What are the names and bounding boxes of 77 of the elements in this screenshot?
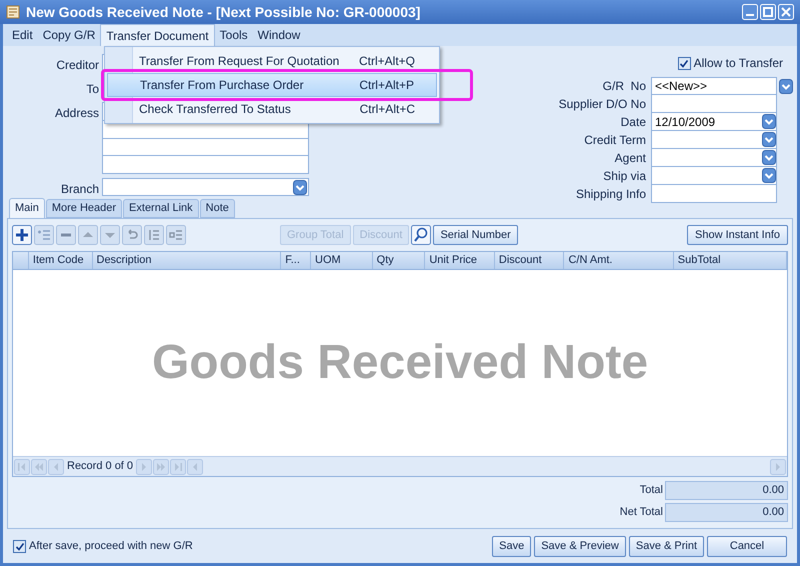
menu-item[interactable]: Tools <box>214 24 253 46</box>
indent-icon[interactable] <box>166 225 186 245</box>
footer-button[interactable]: Save & Print <box>628 536 704 556</box>
search-icon[interactable] <box>411 225 432 245</box>
column-header[interactable]: C/N Amt. <box>564 252 674 269</box>
dropdown-field[interactable] <box>102 178 309 196</box>
field-value: 12/10/2009 <box>655 114 716 130</box>
dropdown-field[interactable]: 12/10/2009 <box>651 113 777 131</box>
minus-icon[interactable] <box>56 225 76 245</box>
tab[interactable]: Main <box>9 198 45 218</box>
field-label: Address <box>54 105 100 122</box>
check-icon <box>679 58 690 68</box>
field-label: Date <box>620 114 647 131</box>
column-header[interactable]: SubTotal <box>674 252 788 269</box>
total-field: 0.00 <box>665 481 788 500</box>
column-header[interactable]: Description <box>92 252 282 269</box>
total-label: Total <box>640 483 663 498</box>
column-header[interactable]: F... <box>281 252 312 269</box>
menu-item[interactable]: Edit <box>7 24 38 46</box>
total-field: 0.00 <box>665 503 788 522</box>
footer-button[interactable]: Cancel <box>707 536 787 556</box>
field-label: Branch <box>60 181 100 198</box>
undo-icon[interactable] <box>122 225 142 245</box>
tab[interactable]: Note <box>200 199 235 218</box>
field-label: To <box>85 81 100 98</box>
dropdown-button[interactable] <box>762 132 776 147</box>
field-label: G/R No <box>602 78 647 95</box>
checkbox[interactable] <box>678 56 691 70</box>
field-label: Agent <box>614 150 647 167</box>
close-icon[interactable] <box>778 4 794 20</box>
window-title: New Goods Received Note - [Next Possible No: GR-000003] <box>26 2 420 22</box>
dropdown-field[interactable] <box>651 167 777 185</box>
checkbox-label: Allow to Transfer <box>694 55 783 72</box>
checkbox-label: After save, proceed with new G/R <box>29 538 193 554</box>
minimize-icon[interactable] <box>742 4 758 20</box>
column-header[interactable]: UOM <box>311 252 373 269</box>
menu-item[interactable]: Window <box>252 24 306 46</box>
column-header[interactable]: Discount <box>494 252 564 269</box>
dropdown-button[interactable] <box>762 114 776 129</box>
record-counter: Record 0 of 0 <box>66 459 134 474</box>
check-icon <box>14 542 24 550</box>
lookup-button[interactable] <box>779 78 793 94</box>
field-value: <<New>> <box>655 78 708 95</box>
column-header[interactable]: Qty <box>372 252 426 269</box>
menu-item[interactable]: Copy G/R <box>38 24 100 46</box>
menu-item[interactable]: Transfer From Purchase Order Ctrl+Alt+P <box>107 73 437 97</box>
dropdown-button[interactable] <box>762 168 776 183</box>
tab[interactable]: More Header <box>46 199 122 218</box>
menu-item[interactable]: Transfer From Request For Quotation Ctrl+Alt+Q <box>107 49 437 73</box>
menu-item[interactable]: Check Transferred To Status Ctrl+Alt+C <box>107 97 437 121</box>
field-label: Shipping Info <box>574 186 647 203</box>
document-icon <box>6 4 20 20</box>
field-label: Ship via <box>602 168 647 185</box>
watermark-text: Goods Received Note <box>152 335 648 391</box>
input-field[interactable] <box>651 185 777 203</box>
total-label: Net Total <box>620 505 663 520</box>
toolbar-button[interactable]: Serial Number <box>433 225 518 245</box>
dropdown-field[interactable] <box>651 149 777 167</box>
footer-button[interactable]: Save & Preview <box>534 536 626 556</box>
dropdown-field[interactable]: <<New>> <box>651 77 777 95</box>
column-header[interactable]: Item Code <box>28 252 92 269</box>
maximize-icon[interactable] <box>760 4 776 20</box>
menu-item[interactable]: Transfer Document <box>100 24 215 46</box>
list-icon[interactable] <box>144 225 164 245</box>
dropdown-field[interactable] <box>651 131 777 149</box>
column-header[interactable]: Unit Price <box>425 252 495 269</box>
input-field[interactable] <box>651 95 777 113</box>
footer-button[interactable]: Save <box>492 536 532 556</box>
show-info-button[interactable]: Show Instant Info <box>687 225 788 245</box>
field-label: Creditor <box>55 57 100 74</box>
field-label: Supplier D/O No <box>558 96 647 113</box>
dropdown-button[interactable] <box>762 150 776 165</box>
plus-icon[interactable] <box>12 225 32 245</box>
tab[interactable]: External Link <box>123 199 199 218</box>
field-label: Credit Term <box>583 132 647 149</box>
checkbox[interactable] <box>13 540 26 552</box>
dropdown-button[interactable] <box>293 180 307 194</box>
